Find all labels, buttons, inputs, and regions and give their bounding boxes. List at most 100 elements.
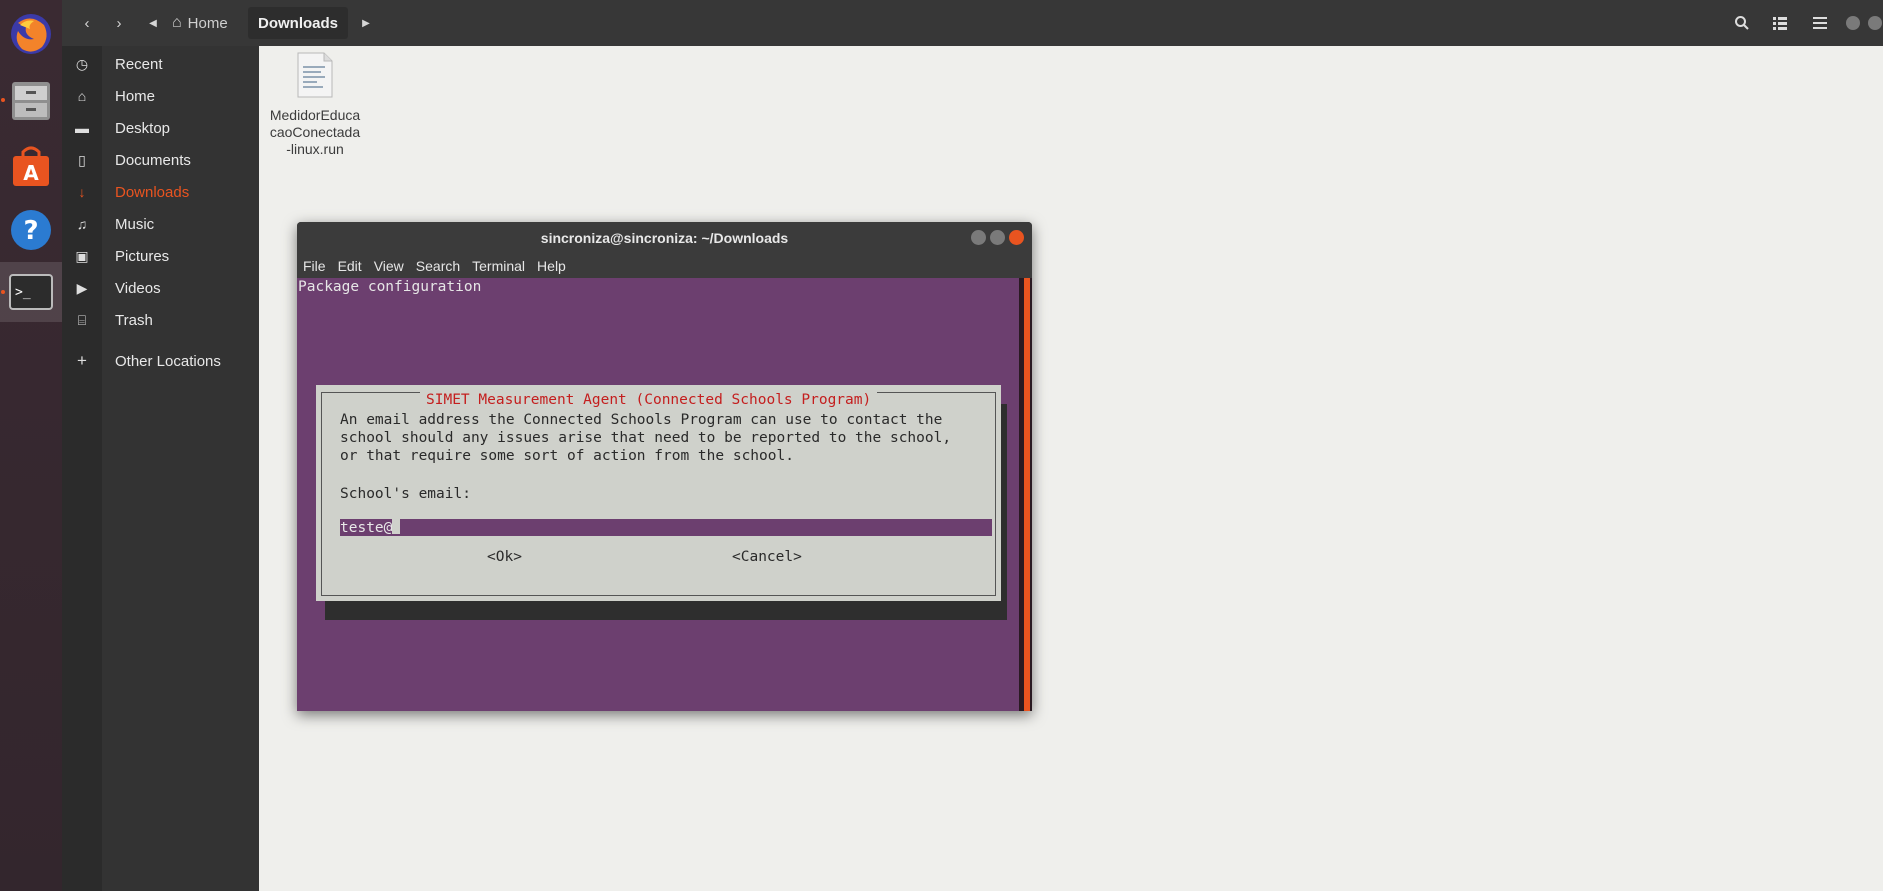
email-field[interactable]: teste@ [340, 519, 992, 536]
text-cursor [392, 519, 401, 534]
svg-text:A: A [23, 161, 39, 185]
terminal-menubar: File Edit View Search Terminal Help [297, 254, 1032, 278]
terminal-body[interactable]: Package configuration SIMET Measurement … [297, 278, 1019, 711]
breadcrumb-downloads[interactable]: Downloads [248, 7, 349, 39]
sidebar-item-pictures[interactable]: ▣ Pictures [62, 240, 259, 272]
sidebar-item-label: Music [115, 215, 155, 233]
home-icon: ⌂ [172, 14, 182, 31]
sidebar-item-videos[interactable]: ▶ Videos [62, 272, 259, 304]
menu-terminal[interactable]: Terminal [466, 258, 531, 274]
files-header-bar: ‹ › ◀ ⌂ Home Downloads ▶ [62, 0, 1883, 47]
minimize-icon [1846, 16, 1860, 30]
sidebar-item-label: Trash [115, 311, 153, 329]
triangle-left-icon: ◀ [149, 17, 157, 29]
hamburger-icon [1813, 17, 1827, 29]
maximize-icon[interactable] [990, 230, 1005, 245]
shopping-bag-icon: A [13, 146, 49, 186]
ok-button[interactable]: <Ok> [487, 549, 522, 565]
sidebar-item-label: Downloads [115, 183, 190, 201]
places-sidebar: ◷ Recent ⌂ Home ▬ Desktop ▯ Documents ↓ … [62, 46, 259, 891]
minimize-window-button[interactable] [1843, 8, 1863, 38]
sidebar-item-other-locations[interactable]: + Other Locations [62, 345, 259, 377]
trash-icon: ⌸ [77, 311, 87, 328]
back-button[interactable]: ‹ [72, 8, 102, 38]
email-field-label: School's email: [340, 486, 471, 502]
sidebar-item-label: Documents [115, 151, 191, 169]
menu-view[interactable]: View [368, 258, 410, 274]
dialog-frame: SIMET Measurement Agent (Connected Schoo… [321, 392, 996, 596]
close-icon[interactable] [1009, 230, 1024, 245]
forward-button[interactable]: › [104, 8, 134, 38]
sidebar-item-label: Desktop [115, 119, 171, 137]
home-icon: ⌂ [77, 88, 87, 104]
sidebar-item-label: Recent [115, 55, 163, 73]
sidebar-item-trash[interactable]: ⌸ Trash [62, 304, 259, 336]
package-config-header: Package configuration [298, 279, 482, 295]
sidebar-item-label: Home [115, 87, 156, 105]
terminal-window[interactable]: sincroniza@sincroniza: ~/Downloads File … [297, 222, 1032, 711]
camera-icon: ▣ [75, 247, 89, 264]
help-launcher[interactable]: ? [0, 200, 62, 260]
software-center-launcher[interactable]: A [0, 136, 62, 196]
scrollbar-thumb[interactable] [1024, 278, 1030, 711]
menu-help[interactable]: Help [531, 258, 572, 274]
search-button[interactable] [1724, 8, 1760, 38]
list-view-icon [1773, 17, 1787, 30]
video-icon: ▶ [76, 279, 88, 296]
firefox-icon [11, 14, 51, 54]
launcher-dock: A ? >_ [0, 0, 62, 891]
breadcrumb-home[interactable]: ⌂ Home [162, 7, 238, 39]
download-icon: ↓ [78, 184, 86, 200]
terminal-title: sincroniza@sincroniza: ~/Downloads [540, 230, 789, 246]
menu-button[interactable] [1802, 8, 1838, 38]
menu-search[interactable]: Search [410, 258, 466, 274]
email-field-value: teste@ [340, 520, 393, 536]
chevron-right-icon: › [116, 14, 122, 32]
plus-icon: + [77, 351, 87, 370]
clock-icon: ◷ [75, 55, 89, 72]
sidebar-item-recent[interactable]: ◷ Recent [62, 48, 259, 80]
text-file-icon [297, 52, 333, 98]
file-item[interactable]: MedidorEducacaoConectada-linux.run [269, 52, 361, 158]
sidebar-item-desktop[interactable]: ▬ Desktop [62, 112, 259, 144]
running-indicator [1, 290, 5, 294]
menu-file[interactable]: File [297, 258, 332, 274]
terminal-icon: >_ [9, 274, 53, 310]
breadcrumb-label: Home [187, 14, 228, 32]
sidebar-item-music[interactable]: ♫ Music [62, 208, 259, 240]
dialog-description: An email address the Connected Schools P… [340, 412, 952, 464]
running-indicator [1, 98, 5, 102]
cancel-button[interactable]: <Cancel> [732, 549, 802, 565]
firefox-launcher[interactable] [0, 4, 62, 64]
menu-edit[interactable]: Edit [332, 258, 368, 274]
maximize-icon [1868, 16, 1882, 30]
sidebar-item-home[interactable]: ⌂ Home [62, 80, 259, 112]
help-icon: ? [11, 210, 51, 250]
path-scroll-right-button[interactable]: ▶ [357, 8, 375, 38]
search-icon [1735, 16, 1749, 30]
svg-text:>_: >_ [15, 285, 31, 300]
dialog-title: SIMET Measurement Agent (Connected Schoo… [420, 392, 878, 408]
path-scroll-left-button[interactable]: ◀ [144, 8, 162, 38]
music-icon: ♫ [76, 216, 88, 232]
terminal-scrollbar[interactable] [1019, 278, 1032, 711]
document-icon: ▯ [78, 151, 86, 168]
sidebar-item-label: Other Locations [115, 352, 221, 370]
file-cabinet-icon [12, 82, 50, 120]
sidebar-item-downloads[interactable]: ↓ Downloads [62, 176, 259, 208]
file-name: MedidorEducacaoConectada-linux.run [269, 107, 361, 157]
files-launcher[interactable] [0, 70, 62, 130]
terminal-titlebar[interactable]: sincroniza@sincroniza: ~/Downloads [297, 222, 1032, 254]
breadcrumb-label: Downloads [258, 14, 339, 32]
debconf-dialog: SIMET Measurement Agent (Connected Schoo… [316, 385, 1001, 601]
sidebar-item-label: Pictures [115, 247, 170, 265]
sidebar-item-label: Videos [115, 279, 161, 297]
terminal-launcher[interactable]: >_ [0, 262, 62, 322]
minimize-icon[interactable] [971, 230, 986, 245]
view-toggle-button[interactable] [1762, 8, 1798, 38]
sidebar-item-documents[interactable]: ▯ Documents [62, 144, 259, 176]
folder-icon: ▬ [75, 120, 89, 136]
triangle-right-icon: ▶ [362, 17, 370, 29]
maximize-window-button[interactable] [1865, 8, 1883, 38]
chevron-left-icon: ‹ [84, 14, 90, 32]
